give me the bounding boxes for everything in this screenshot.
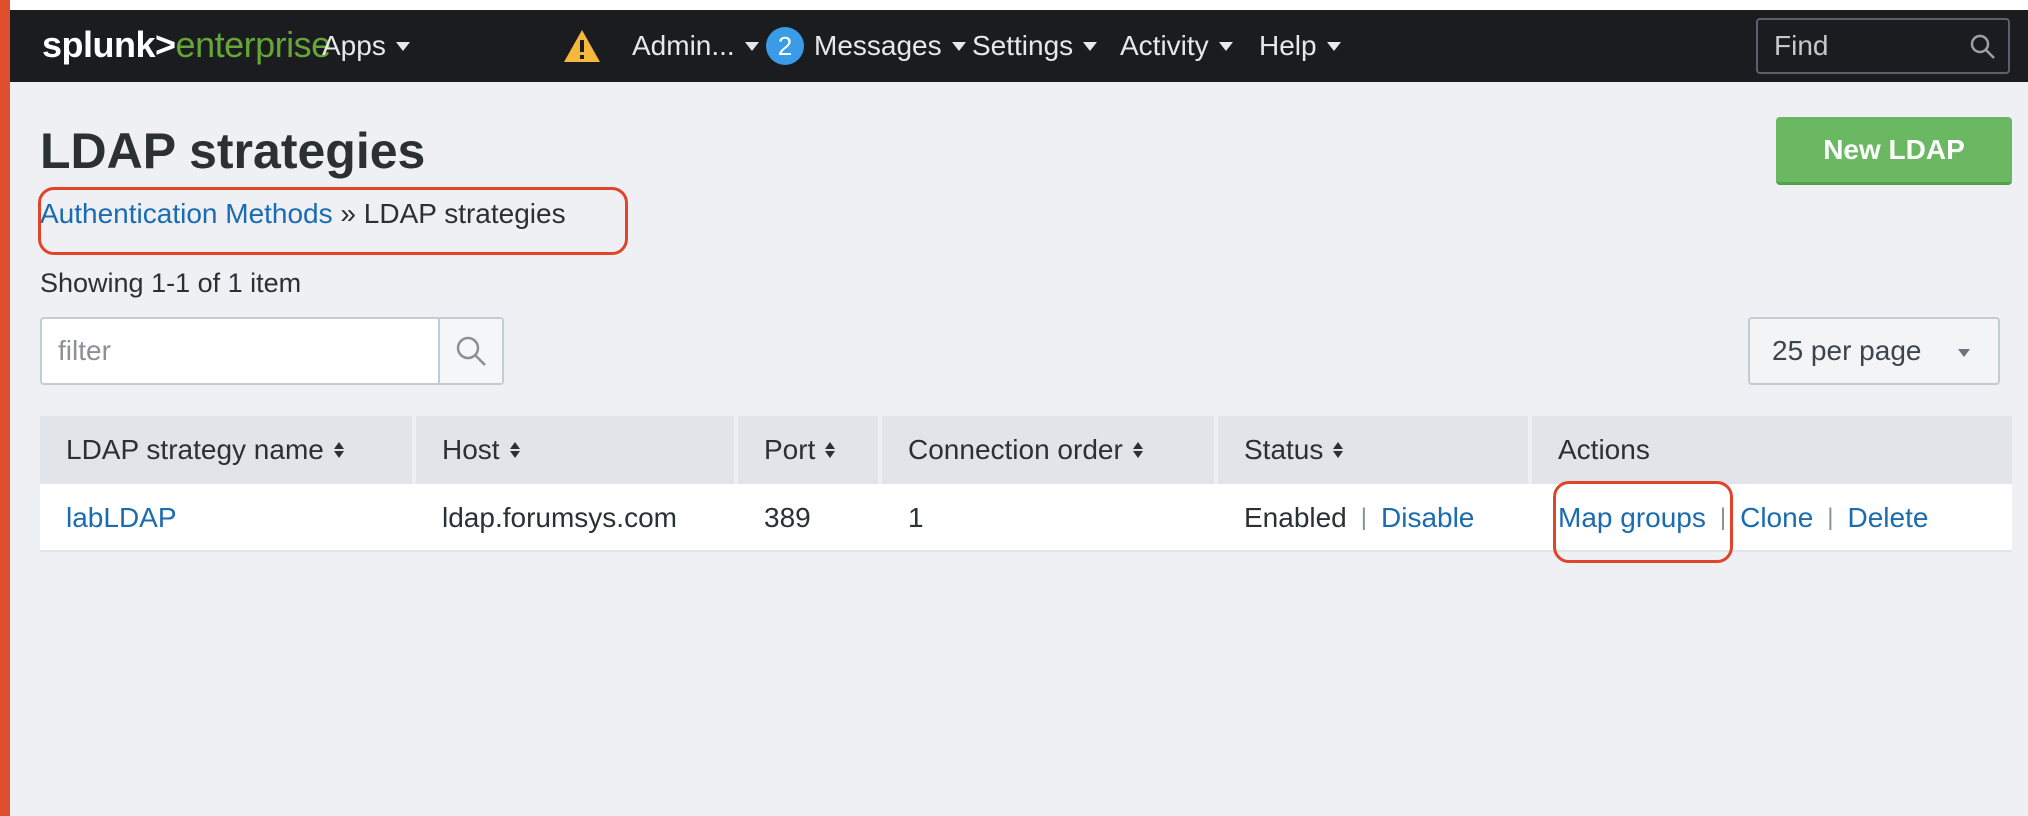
map-groups-highlight-annotation — [1553, 481, 1733, 563]
column-header-status[interactable]: Status — [1218, 416, 1528, 484]
chevron-down-icon — [1326, 41, 1341, 51]
page-title: LDAP strategies — [40, 123, 426, 179]
filter-input[interactable] — [42, 319, 438, 383]
breadcrumb-highlight-annotation — [38, 187, 628, 255]
per-page-label: 25 per page — [1772, 335, 1922, 366]
sort-icon — [333, 442, 344, 458]
sort-icon — [1333, 442, 1344, 458]
admin-menu-label: Admin... — [632, 30, 735, 61]
chevron-down-icon — [1083, 41, 1098, 51]
apps-menu-label: Apps — [322, 30, 386, 61]
strategy-name-link[interactable]: labLDAP — [66, 502, 177, 534]
activity-menu-label: Activity — [1120, 30, 1209, 61]
column-header-ldap-strategy-name[interactable]: LDAP strategy name — [40, 416, 412, 484]
column-header-connection-order[interactable]: Connection order — [882, 416, 1214, 484]
cell-connection-order: 1 — [908, 502, 924, 533]
column-header-port[interactable]: Port — [738, 416, 878, 484]
top-navbar: splunk>enterprise Apps Admin... 2 Messag… — [10, 10, 2028, 82]
chevron-down-icon — [1958, 349, 1970, 357]
apps-menu[interactable]: Apps — [322, 10, 410, 82]
cell-status: Enabled | Disable — [1218, 484, 1528, 552]
search-icon — [456, 336, 486, 366]
filter-box — [40, 317, 504, 385]
chevron-down-icon — [951, 41, 966, 51]
activity-menu[interactable]: Activity — [1120, 10, 1233, 82]
chevron-down-icon — [395, 41, 410, 51]
column-header-actions: Actions — [1532, 416, 2012, 484]
sort-icon — [509, 442, 520, 458]
settings-menu-label: Settings — [972, 30, 1074, 61]
messages-count-badge: 2 — [766, 27, 804, 65]
cell-port: 389 — [764, 502, 811, 533]
admin-menu[interactable]: Admin... — [562, 10, 759, 82]
help-menu-label: Help — [1259, 30, 1317, 61]
find-placeholder: Find — [1774, 30, 1829, 61]
new-ldap-button[interactable]: New LDAP — [1776, 117, 2012, 185]
settings-menu[interactable]: Settings — [972, 10, 1098, 82]
delete-link[interactable]: Delete — [1848, 502, 1929, 534]
chevron-down-icon — [744, 41, 759, 51]
item-count-text: Showing 1-1 of 1 item — [40, 268, 302, 298]
messages-menu-label: Messages — [814, 30, 942, 61]
chevron-down-icon — [1218, 41, 1233, 51]
status-text: Enabled — [1244, 502, 1347, 533]
clone-link[interactable]: Clone — [1740, 502, 1813, 534]
per-page-dropdown[interactable]: 25 per page — [1748, 317, 2000, 385]
warning-icon — [564, 30, 600, 62]
messages-menu[interactable]: 2 Messages — [766, 10, 966, 82]
cell-host: ldap.forumsys.com — [442, 502, 677, 533]
window-top-strip — [10, 0, 2028, 10]
cell-name: labLDAP — [40, 484, 412, 552]
sort-icon — [1132, 442, 1143, 458]
column-header-host[interactable]: Host — [416, 416, 734, 484]
splunk-logo[interactable]: splunk>enterprise — [42, 24, 331, 66]
search-icon — [1970, 34, 1995, 59]
find-input[interactable]: Find — [1756, 18, 2010, 74]
help-menu[interactable]: Help — [1259, 10, 1341, 82]
disable-link[interactable]: Disable — [1381, 502, 1474, 534]
sort-icon — [825, 442, 836, 458]
action-separator: | — [1827, 504, 1834, 531]
filter-search-button[interactable] — [438, 319, 502, 383]
table-header-row: LDAP strategy name Host Port Connection … — [40, 416, 2012, 484]
action-separator: | — [1360, 504, 1367, 531]
